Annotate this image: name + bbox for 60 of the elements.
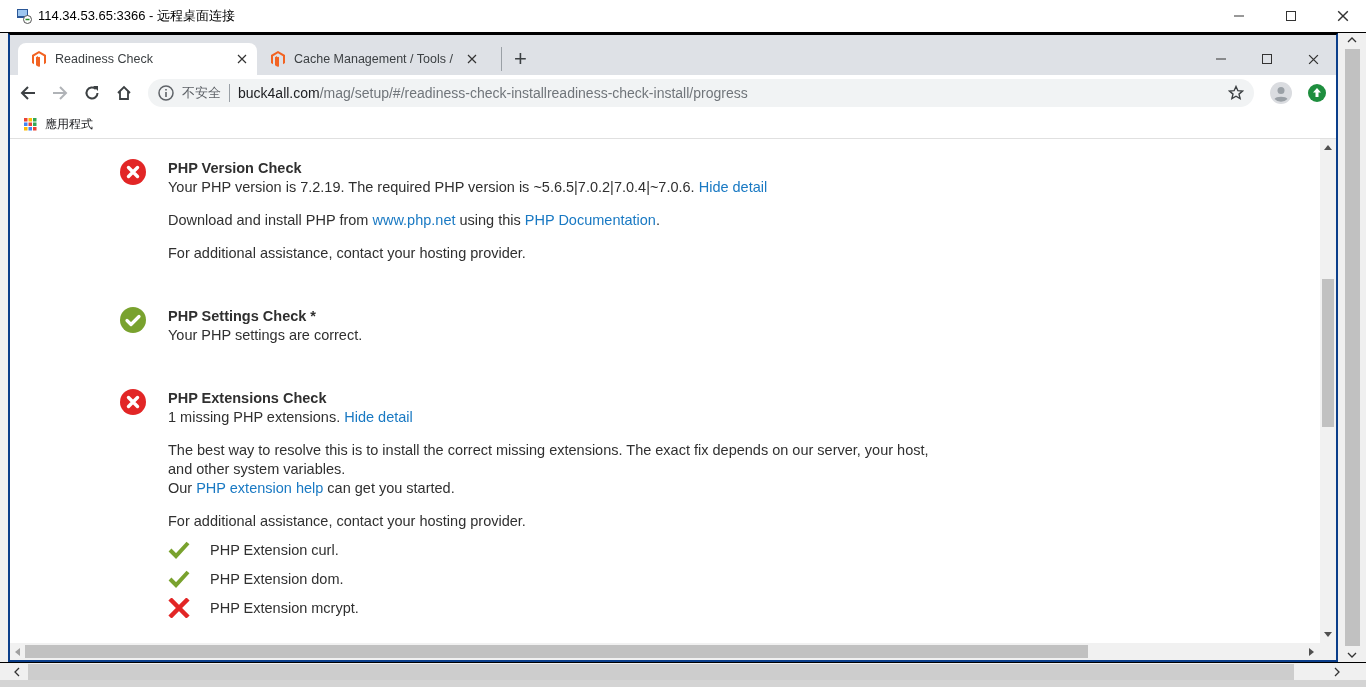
url-text: buck4all.com/mag/setup/#/readiness-check-installreadiness-check-install/progress (238, 85, 748, 101)
scroll-right-icon (1309, 647, 1314, 656)
check-title: PHP Settings Check * (168, 307, 317, 326)
update-icon (1308, 84, 1326, 102)
extension-name: PHP Extension curl. (210, 540, 339, 560)
text-link[interactable]: PHP Documentation (524, 212, 656, 228)
new-tab-button[interactable]: + (501, 47, 527, 71)
detail-text: For additional assistance, contact your hosting provider. (168, 512, 527, 531)
apps-grid-icon (24, 118, 37, 131)
detail-text: For additional assistance, contact your hosting provider. (168, 244, 527, 263)
close-icon (467, 54, 477, 64)
detail-text: The best way to resolve this is to install the correct missing extensions. The exact fix depends on our server, your host, and other system variables. (168, 441, 930, 479)
reload-icon (84, 85, 100, 101)
horizontal-scrollbar[interactable] (10, 643, 1336, 660)
close-icon (1337, 10, 1349, 22)
browser-tab[interactable]: Readiness Check (18, 43, 257, 75)
check-title: PHP Extensions Check (168, 389, 328, 408)
maximize-icon (1262, 54, 1272, 64)
close-icon (237, 54, 247, 64)
scroll-up-icon (1324, 145, 1332, 150)
close-icon (1307, 53, 1319, 65)
scroll-down-icon (1347, 652, 1357, 658)
minimize-icon (1234, 15, 1244, 17)
extension-name: PHP Extension dom. (210, 569, 344, 589)
info-icon (158, 85, 174, 101)
check-summary: Your PHP settings are correct. (168, 326, 364, 345)
check-summary: 1 missing PHP extensions. Hide detail (168, 408, 414, 427)
scroll-left-icon (14, 666, 20, 677)
security-label: 不安全 (182, 84, 230, 102)
apps-bookmark[interactable]: 應用程式 (24, 116, 93, 133)
scroll-left-icon (15, 647, 20, 656)
vertical-scrollbar[interactable] (1320, 139, 1336, 643)
profile-icon (1270, 82, 1292, 104)
check-title: PHP Version Check (168, 159, 303, 178)
scrollbar-thumb[interactable] (1344, 49, 1360, 646)
star-icon (1228, 85, 1244, 101)
scroll-down-icon (1324, 632, 1332, 637)
text-link[interactable]: Hide detail (698, 179, 768, 195)
browser-tab[interactable]: Cache Management / Tools / (257, 43, 487, 75)
back-icon (20, 85, 36, 101)
magento-logo-icon (32, 51, 46, 67)
scrollbar-thumb[interactable] (25, 645, 1088, 658)
text-link[interactable]: Hide detail (344, 409, 413, 425)
address-bar[interactable]: 不安全 buck4all.com/mag/setup/#/readiness-check-installreadiness-check-install/progress (148, 79, 1254, 107)
window-title: 114.34.53.65:3366 - 远程桌面连接 (38, 7, 237, 25)
detail-text: Download and install PHP from www.php.net using this PHP Documentation. (168, 211, 661, 230)
remote-desktop-icon (16, 8, 32, 24)
magento-logo-icon (271, 51, 285, 67)
scroll-right-icon (1334, 666, 1340, 677)
check-summary: Your PHP version is 7.2.19. The required PHP version is ~5.6.5|7.0.2|7.0.4|~7.0.6. Hide detail (168, 178, 769, 197)
maximize-icon (1286, 11, 1296, 21)
text-link[interactable]: PHP extension help (196, 480, 324, 496)
text-link[interactable]: www.php.net (372, 212, 456, 228)
minimize-icon (1216, 58, 1226, 60)
scrollbar-thumb[interactable] (1322, 279, 1334, 427)
home-icon (116, 85, 132, 101)
detail-text: Our PHP extension help can get you started. (168, 479, 456, 498)
scroll-up-icon (1347, 37, 1357, 43)
forward-icon (52, 85, 68, 101)
extension-name: PHP Extension mcrypt. (210, 598, 359, 618)
